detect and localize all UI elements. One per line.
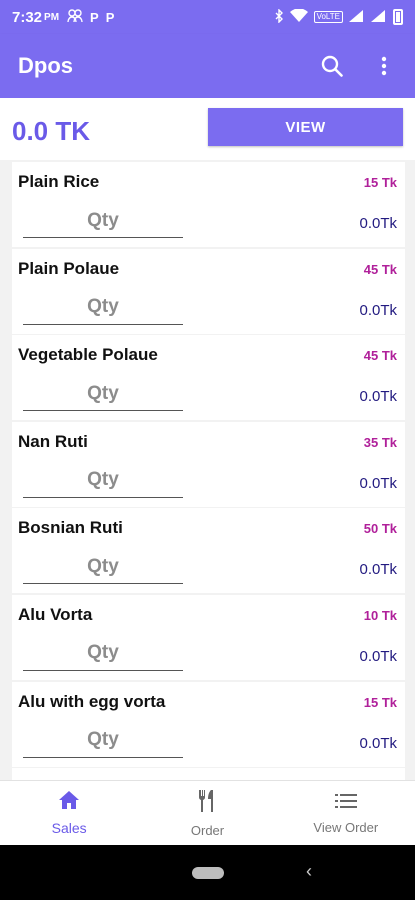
bluetooth-icon: [274, 7, 284, 26]
item-name: Plain Polaue: [18, 258, 120, 278]
item-price: 35 Tk: [363, 434, 397, 450]
summary-row: 0.0 TK VIEW: [0, 98, 415, 160]
item-subtotal: 0.0Tk: [359, 215, 397, 232]
signal-icon: [349, 9, 365, 25]
status-time-suffix: PM: [44, 11, 60, 23]
wifi-icon: [289, 7, 308, 26]
qty-input[interactable]: [23, 463, 183, 498]
app-notification-icon: P: [105, 9, 115, 25]
item-price: 45 Tk: [363, 348, 397, 364]
item-price: 15 Tk: [363, 175, 397, 190]
app-bar: Dpos: [0, 34, 415, 98]
list-item: Vegetable Polaue 45 Tk 0.0Tk: [12, 335, 405, 421]
nav-order[interactable]: Order: [138, 781, 276, 845]
list-item: Plain Polaue 45 Tk 0.0Tk: [12, 248, 405, 334]
item-subtotal: 0.0Tk: [359, 647, 397, 665]
status-left: 7:32 PM P P: [12, 9, 114, 26]
network-badge: VoLTE: [313, 11, 343, 23]
item-name: Bosnian Ruti: [18, 518, 123, 538]
list-item: Plain Rice 15 Tk 0.0Tk: [12, 162, 405, 247]
item-subtotal: 0.0Tk: [359, 561, 397, 579]
back-icon[interactable]: ‹: [306, 861, 312, 882]
qty-input[interactable]: [23, 550, 183, 585]
status-right: VoLTE: [274, 7, 403, 26]
battery-icon: [393, 9, 403, 25]
item-name: Vegetable Polaue: [18, 345, 158, 365]
app-actions: [319, 53, 397, 79]
bottom-navigation: Sales Order View Order: [0, 780, 415, 845]
item-price: 45 Tk: [363, 261, 397, 277]
view-button[interactable]: VIEW: [208, 108, 403, 146]
list-item: Bosnian Ruti 50 Tk 0.0Tk: [12, 508, 405, 594]
item-subtotal: 0.0Tk: [359, 301, 397, 319]
total-amount: 0.0 TK: [12, 116, 91, 146]
fork-knife-icon: [196, 789, 218, 818]
list-item: Alu with egg vorta 15 Tk 0.0Tk: [12, 681, 405, 767]
item-name: Alu with egg vorta: [18, 691, 166, 711]
nav-view-order[interactable]: View Order: [277, 781, 415, 845]
nav-order-label: Order: [190, 822, 225, 838]
list-item: Alu Vorta 10 Tk 0.0Tk: [12, 594, 405, 680]
status-bar: 7:32 PM P P VoLTE: [0, 0, 415, 34]
more-vert-icon[interactable]: [371, 53, 397, 79]
home-icon: [58, 790, 80, 815]
list-item: Nan Ruti 35 Tk 0.0Tk: [12, 421, 405, 507]
app-notification-icon: P: [90, 9, 99, 25]
item-subtotal: 0.0Tk: [359, 734, 397, 752]
home-pill[interactable]: [191, 866, 224, 879]
list-item-partial: [12, 768, 405, 780]
search-icon[interactable]: [319, 53, 345, 79]
app-title: Dpos: [18, 53, 73, 78]
list-icon: [334, 792, 357, 815]
item-name: Nan Ruti: [18, 431, 88, 451]
item-price: 50 Tk: [363, 521, 397, 537]
nav-sales-label: Sales: [51, 820, 87, 836]
notification-icons: P P: [67, 8, 115, 26]
qty-input[interactable]: [23, 204, 183, 238]
qty-input[interactable]: [23, 723, 183, 758]
item-name: Plain Rice: [18, 172, 100, 191]
qty-input[interactable]: [23, 290, 183, 325]
qty-input[interactable]: [23, 377, 183, 412]
signal-icon: [371, 9, 387, 25]
item-subtotal: 0.0Tk: [359, 474, 397, 492]
status-time: 7:32: [12, 8, 43, 26]
nav-sales[interactable]: Sales: [0, 781, 138, 845]
nav-view-order-label: View Order: [313, 819, 379, 835]
menu-item-list[interactable]: Plain Rice 15 Tk 0.0Tk Plain Polaue 45 T…: [12, 162, 405, 780]
system-navigation-bar: ‹: [0, 845, 415, 900]
item-price: 15 Tk: [363, 694, 397, 710]
contacts-icon: [67, 8, 83, 26]
qty-input[interactable]: [23, 636, 183, 671]
item-name: Alu Vorta: [18, 604, 93, 624]
item-price: 10 Tk: [363, 607, 397, 623]
item-subtotal: 0.0Tk: [359, 388, 397, 406]
